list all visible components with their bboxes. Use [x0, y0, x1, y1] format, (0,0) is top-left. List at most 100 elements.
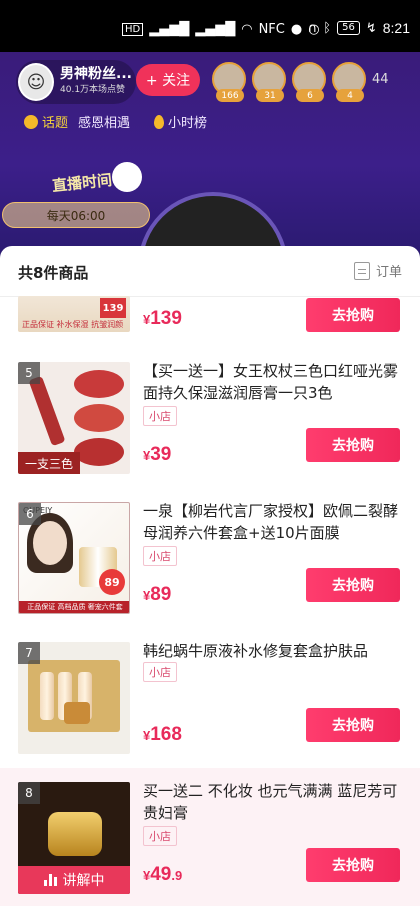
follow-button[interactable]: + 关注 [136, 64, 200, 96]
host-avatar[interactable]: ☺ [18, 63, 54, 101]
wifi-icon: ◠ [241, 22, 253, 37]
sound-bars-icon [43, 874, 57, 886]
topic-row: 话题 感恩相遇 小时榜 [24, 112, 207, 131]
buy-button[interactable]: 去抢购 [306, 428, 400, 462]
mascot-icon [112, 162, 142, 192]
buy-button[interactable]: 去抢购 [306, 848, 400, 882]
headphone-icon: ∩ [307, 20, 318, 36]
rank-icon [154, 114, 165, 129]
product-sheet: 共8件商品 订单 139 正品保证 补水保湿 抗皱润颜 ¥139 去抢购 一支三… [0, 246, 420, 906]
product-price: ¥49.9 [143, 864, 182, 886]
product-title[interactable]: 韩纪蜗牛原液补水修复套盒护肤品 [143, 640, 398, 662]
shop-tag: 小店 [143, 826, 177, 846]
topic-chip[interactable]: 话题 [24, 112, 68, 131]
clock: 8:21 [382, 20, 410, 36]
topic-label: 话题 [42, 116, 69, 131]
nfc-icon: NFC [258, 22, 285, 37]
status-icons: HD ▂▄▆█ ▂▄▆█ ◠ NFC ● ○ [122, 22, 320, 37]
topic-icon [24, 114, 38, 129]
order-link[interactable]: 订单 [353, 261, 402, 280]
lip-image [74, 404, 124, 432]
buy-button[interactable]: 去抢购 [306, 708, 400, 742]
charging-icon: ↯ [365, 20, 377, 36]
signal-icon-2: ▂▄▆█ [195, 22, 236, 37]
product-item-partial[interactable]: 139 正品保证 补水保湿 抗皱润颜 ¥139 去抢购 [0, 296, 420, 348]
buy-button[interactable]: 去抢购 [306, 298, 400, 332]
host-text: 男神粉丝... 40.1万本场点赞 [60, 66, 136, 98]
product-title[interactable]: 【买一送一】女王权杖三色口红哑光雾面持久保湿滋润唇膏一只3色 [143, 360, 398, 404]
hd-icon: HD [122, 23, 144, 36]
viewer-avatar[interactable]: 4 [332, 62, 366, 102]
host-name: 男神粉丝... [60, 66, 132, 82]
signal-icon: ▂▄▆█ [149, 22, 190, 37]
viewer-badge: 4 [336, 89, 364, 102]
product-index: 6 [19, 503, 41, 525]
product-price: ¥89 [143, 584, 171, 606]
viewer-avatar[interactable]: 31 [252, 62, 286, 102]
lipstick-image [28, 375, 66, 447]
viewer-badge: 6 [296, 89, 324, 102]
product-thumb[interactable]: 讲解中 8 [18, 782, 130, 894]
status-bar: HD ▂▄▆█ ▂▄▆█ ◠ NFC ● ○ ∩ ᛒ 56 ↯ 8:21 [0, 0, 420, 52]
host-info[interactable]: ☺ 男神粉丝... 40.1万本场点赞 [16, 60, 136, 104]
product-item[interactable]: 一支三色 5 【买一送一】女王权杖三色口红哑光雾面持久保湿滋润唇膏一只3色 小店… [0, 348, 420, 488]
status-right: ∩ ᛒ 56 ↯ 8:21 [308, 20, 410, 36]
product-thumb[interactable]: 一支三色 5 [18, 362, 130, 474]
shop-tag: 小店 [143, 406, 177, 426]
product-item-live[interactable]: 讲解中 8 买一送二 不化妆 也元气满满 蓝尼芳可贵妇膏 小店 ¥49.9 去抢… [0, 768, 420, 906]
thumb-caption: 正品保证 高档品质 奢宠六件套 [19, 601, 129, 613]
live-stream-view: ☺ 男神粉丝... 40.1万本场点赞 + 关注 166 31 6 4 44 话… [0, 52, 420, 257]
product-item[interactable]: 7 韩纪蜗牛原液补水修复套盒护肤品 小店 ¥168 去抢购 [0, 628, 420, 768]
price-value: 49 [150, 864, 172, 885]
sheet-title: 共8件商品 [18, 264, 89, 282]
host-likes: 40.1万本场点赞 [60, 85, 126, 95]
wechat-icon: ● [290, 22, 303, 37]
viewer-avatar[interactable]: 166 [212, 62, 246, 102]
thumb-caption: 正品保证 补水保湿 抗皱润颜 [22, 320, 124, 329]
lip-image [74, 370, 124, 398]
rank-label: 小时榜 [168, 116, 208, 131]
thumb-price-badge: 89 [99, 569, 125, 595]
price-decimal: .9 [171, 868, 183, 883]
viewer-avatar[interactable]: 6 [292, 62, 326, 102]
live-explaining-badge: 讲解中 [18, 866, 130, 894]
product-price: ¥168 [143, 724, 182, 746]
order-icon [353, 261, 370, 280]
live-time-badge: 直播时间 [51, 170, 113, 196]
schedule-pill: 每天06:00 [2, 202, 150, 228]
product-price: ¥39 [143, 444, 171, 466]
cream-jar [48, 812, 102, 856]
price-value: 168 [150, 724, 182, 745]
sheet-header: 共8件商品 订单 [0, 246, 420, 296]
price-value: 139 [150, 308, 182, 329]
product-tube [40, 672, 54, 720]
product-title[interactable]: 买一送二 不化妆 也元气满满 蓝尼芳可贵妇膏 [143, 780, 398, 824]
product-title[interactable]: 一泉【柳岩代言厂家授权】欧佩二裂酵母润养六件套盒+送10片面膜 [143, 500, 398, 544]
order-label: 订单 [375, 265, 402, 280]
product-price: ¥139 [143, 308, 182, 330]
shop-tag: 小店 [143, 546, 177, 566]
viewer-badge: 31 [256, 89, 284, 102]
bluetooth-icon: ᛒ [323, 20, 332, 36]
product-index: 7 [18, 642, 40, 664]
price-value: 89 [150, 584, 172, 605]
price-value: 39 [150, 444, 172, 465]
shop-tag: 小店 [143, 662, 177, 682]
battery-indicator: 56 [337, 21, 360, 35]
hourly-rank[interactable]: 小时榜 [154, 112, 207, 131]
topic-text: 感恩相遇 [78, 116, 131, 131]
product-index: 5 [18, 362, 40, 384]
buy-button[interactable]: 去抢购 [306, 568, 400, 602]
top-viewers: 166 31 6 4 [212, 62, 366, 102]
live-label: 讲解中 [62, 873, 105, 889]
product-thumb[interactable]: 139 正品保证 补水保湿 抗皱润颜 [18, 296, 130, 332]
model-face [33, 521, 67, 565]
thumb-price-badge: 139 [100, 298, 126, 318]
lip-image [74, 438, 124, 466]
product-thumb[interactable]: 7 [18, 642, 130, 754]
thumb-caption: 一支三色 [18, 452, 80, 474]
product-item[interactable]: OUPEIY 89 正品保证 高档品质 奢宠六件套 6 一泉【柳岩代言厂家授权】… [0, 488, 420, 628]
product-jar [64, 702, 90, 724]
viewer-count[interactable]: 44 [372, 72, 389, 87]
product-thumb[interactable]: OUPEIY 89 正品保证 高档品质 奢宠六件套 6 [18, 502, 130, 614]
